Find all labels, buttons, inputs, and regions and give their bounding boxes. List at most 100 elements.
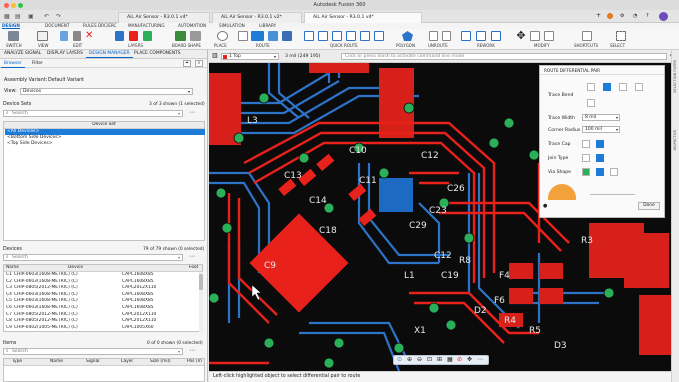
more-options-icon[interactable]: ⋯ [189, 109, 195, 116]
silk-label: X1 [414, 326, 426, 336]
help-icon[interactable]: ? [646, 13, 649, 19]
scrollbar-thumb[interactable] [199, 274, 203, 290]
tab-library[interactable]: LIBRARY [259, 23, 276, 28]
more-options-icon[interactable]: ⋯ [189, 253, 195, 260]
file-icon[interactable]: ▤ [15, 13, 21, 20]
silk-label: C26 [447, 184, 465, 194]
undo-icon[interactable]: ↶ [44, 13, 49, 20]
quick-route-2-icon [318, 31, 328, 41]
trace-width-select[interactable]: 8 mil ▾ [582, 114, 620, 121]
route-group[interactable]: ROUTE [236, 29, 298, 50]
tab-simulation[interactable]: SIMULATION [219, 23, 245, 28]
tab-filter[interactable]: Filter [29, 60, 46, 67]
edit-group[interactable]: ✕ EDIT [58, 29, 108, 50]
grid-icon[interactable]: ▦ [4, 13, 10, 20]
cap-round-icon[interactable] [596, 140, 604, 148]
via-octagon-icon[interactable] [610, 168, 618, 176]
items-search-input[interactable]: ⌕ Search ▾ [3, 348, 183, 355]
table-row[interactable]: C4 CHIP-0603(1608-METRIC) (C) CAPC1608X85 [4, 292, 198, 298]
devices-search-input[interactable]: ⌕ Search ▾ [3, 254, 183, 261]
document-tab-3[interactable]: AiL Air Sensor - R3.0.1 v4* [304, 12, 422, 23]
board-shape-group[interactable]: BOARD SHAPE [172, 29, 208, 50]
shortcuts-group[interactable]: SHORTCUTS [574, 29, 604, 50]
corner-radius-select[interactable]: 100 mil ▾ [582, 126, 620, 133]
table-row[interactable]: C8 CHIP-0805(2012-METRIC) (C) CAPC2012X110 [4, 318, 198, 324]
tab-analyze-signal[interactable]: ANALYZE SIGNAL [1, 50, 44, 57]
pcb-canvas[interactable]: L3 C13 C14 C18 C10 C11 C12 C26 C23 C29 C… [209, 50, 679, 382]
more-options-icon[interactable]: ⋯ [189, 347, 195, 354]
tab-browser[interactable]: Browser [1, 60, 25, 68]
zoom-in-icon[interactable]: ⊕ [407, 356, 412, 363]
tab-place-components[interactable]: PLACE COMPONENTS [131, 50, 184, 57]
polygon-group[interactable]: POLYGON [395, 29, 421, 50]
zoom-select-icon[interactable]: ⊡ [427, 356, 432, 363]
route-multiple-icon [268, 31, 278, 41]
new-tab-icon[interactable]: + [596, 12, 601, 19]
table-row[interactable]: C3 CHIP-0805(2012-METRIC) (C) CAPC2012X110 [4, 285, 198, 291]
tab-manufacturing[interactable]: MANUFACTURING [128, 23, 165, 28]
via-square-icon[interactable] [582, 168, 590, 176]
bend-free-icon[interactable] [635, 83, 643, 91]
avatar[interactable] [659, 12, 668, 21]
info-icon[interactable]: ● [543, 203, 547, 209]
tab-rules[interactable]: RULES DRC/ERC [83, 23, 116, 28]
select-group[interactable]: SELECT [608, 29, 638, 50]
table-row[interactable]: C9 CHIP-0402(1005-METRIC) (C) CAPC1005X60 [4, 325, 198, 331]
modify-group[interactable]: ✥ MODIFY [514, 29, 570, 50]
document-tab-1[interactable]: AiL Air Sensor - R3.0.1 v4* [118, 12, 210, 23]
table-row[interactable]: C5 CHIP-0603(1608-METRIC) (C) CAPC1608X85 [4, 298, 198, 304]
inspector-tab[interactable]: INSPECTOR [673, 130, 677, 151]
pin-icon[interactable]: ⌖ [183, 60, 191, 67]
tab-automation[interactable]: AUTOMATION [178, 23, 206, 28]
zoom-out-icon[interactable]: ⊖ [417, 356, 422, 363]
pan-icon[interactable]: ✥ [467, 356, 472, 363]
table-row[interactable]: C2 CHIP-0603(1608-METRIC) (C) CAPC1608X85 [4, 279, 198, 285]
tab-design-manager[interactable]: DESIGN MANAGER [86, 50, 133, 58]
devices-count: 79 of 79 shown (0 selected) [143, 247, 205, 252]
notifications-bell-icon[interactable]: ◔ [633, 13, 637, 19]
unroute-group[interactable]: UNROUTE [426, 29, 456, 50]
join-round-icon[interactable] [596, 154, 604, 162]
cap-flat-icon[interactable] [582, 140, 590, 148]
switch-group[interactable]: SWITCH [4, 29, 28, 50]
extensions-icon[interactable]: ⚙ [620, 13, 624, 19]
bend-arc-icon[interactable] [619, 83, 627, 91]
view-group[interactable]: VIEW [33, 29, 55, 50]
redo-icon[interactable]: ↷ [56, 13, 61, 20]
tab-document[interactable]: DOCUMENT [45, 23, 69, 28]
device-sets-search-input[interactable]: ⌕ Search ▾ [3, 110, 183, 117]
bend-45-icon[interactable] [587, 83, 595, 91]
table-row[interactable]: C6 CHIP-0603(1608-METRIC) (C) CAPC1608X85 [4, 305, 198, 311]
zoom-area-icon[interactable]: ⊞ [437, 356, 442, 363]
table-cell-foot: CAPC1608X85 [122, 278, 154, 284]
selection-filter-tab[interactable]: SELECTION FILTER [673, 60, 677, 93]
list-item[interactable]: <Top Side Devices> [5, 141, 205, 147]
more-icon[interactable]: ⋯ [477, 356, 483, 363]
notification-icon[interactable] [607, 13, 613, 19]
document-tab-2[interactable]: AiL Air Sensor - R3.0.1 v2* [212, 12, 302, 23]
view-select[interactable]: Devices ▾ [20, 88, 193, 95]
bend-round-icon[interactable] [587, 99, 595, 107]
search-panel-icon[interactable]: ⌕ [195, 60, 203, 67]
device-set-column-header[interactable]: Device Set [4, 122, 204, 129]
rework-group[interactable]: REWORK [459, 29, 509, 50]
place-group[interactable]: PLACE [212, 29, 234, 50]
devices-scrollbar[interactable] [199, 272, 203, 332]
table-row[interactable]: C7 CHIP-0805(2012-METRIC) (C) CAPC2012X110 [4, 312, 198, 318]
layer-select[interactable]: 1 Top ▾ [221, 53, 279, 60]
table-row[interactable]: C1 CHIP-0603(1608-METRIC) (C) CAPC1608X85 [4, 272, 198, 278]
via-round-icon[interactable] [596, 168, 604, 176]
command-line-input[interactable]: Click or press Slash to activate command… [341, 53, 667, 60]
stop-icon[interactable]: ⊘ [457, 356, 462, 363]
join-miter-icon[interactable] [582, 154, 590, 162]
done-button[interactable]: Done [638, 202, 660, 210]
quick-route-group[interactable]: QUICK ROUTE [302, 29, 387, 50]
grid-toggle-icon[interactable]: ▥ [212, 52, 218, 59]
zoom-fit-icon[interactable]: ⊙ [397, 356, 402, 363]
bend-90-icon[interactable] [603, 83, 611, 91]
grid-icon[interactable]: ▦ [447, 356, 453, 363]
save-icon[interactable]: ▣ [28, 13, 34, 20]
table-cell-device: CHIP-0603(1608-METRIC) (C) [14, 291, 78, 297]
layers-group[interactable]: LAYERS [113, 29, 169, 50]
tab-display-layers[interactable]: DISPLAY LAYERS [44, 50, 86, 57]
